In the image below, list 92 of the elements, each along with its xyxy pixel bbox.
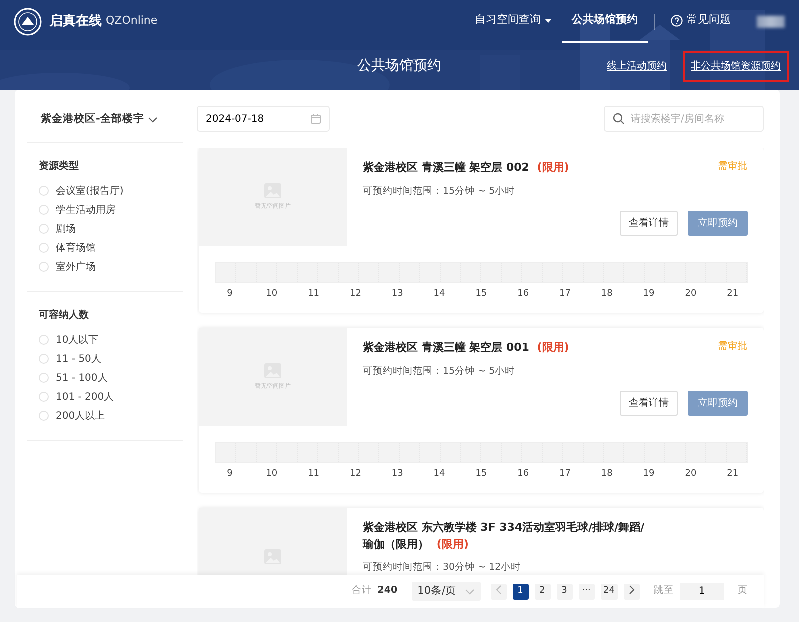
page-button[interactable]: 3: [556, 584, 573, 600]
option-label: 体育场馆: [56, 242, 96, 256]
radio-button[interactable]: [39, 224, 49, 234]
radio-button[interactable]: [39, 262, 49, 272]
search-icon: [613, 113, 625, 125]
venue-name: 紫金港校区 青溪三幢 架空层 002 (限用): [363, 160, 570, 176]
hour-label: 9: [226, 468, 234, 481]
option-label: 学生活动用房: [56, 204, 116, 218]
hour-label: 13: [390, 288, 404, 301]
page-button[interactable]: ···: [578, 584, 595, 600]
option-label: 200人以上: [56, 410, 106, 424]
campus-dropdown[interactable]: 紫金港校区-全部楼宇: [27, 90, 183, 143]
venue-name: 紫金港校区 青溪三幢 架空层 001 (限用): [363, 340, 570, 356]
hour-label: 20: [684, 288, 698, 301]
option-label: 剧场: [56, 222, 76, 237]
radio-button[interactable]: [39, 411, 49, 422]
chevron-right-icon: [629, 585, 635, 596]
radio-button[interactable]: [39, 392, 49, 402]
chevron-left-icon: [496, 585, 502, 596]
option-label: 会议室(报告厅): [56, 184, 124, 199]
help-icon: [671, 14, 683, 26]
option-label: 101 - 200人: [56, 390, 114, 405]
page-input[interactable]: 1: [680, 583, 724, 600]
page-title: 公共场馆预约: [358, 57, 442, 76]
hour-label: 12: [348, 468, 362, 481]
option-label: 10人以下: [56, 334, 99, 348]
hour-label: 16: [516, 468, 530, 481]
hour-label: 18: [600, 288, 614, 301]
filter-heading: 资源类型: [39, 160, 80, 174]
nav-tab[interactable]: 公共场馆预约: [562, 0, 648, 43]
radio-button[interactable]: [39, 243, 49, 254]
header-link[interactable]: 非公共场馆资源预约: [683, 51, 789, 82]
next-page-button[interactable]: [624, 584, 640, 600]
radio-button[interactable]: [39, 354, 49, 364]
hour-label: 10: [265, 288, 279, 301]
radio-button[interactable]: [39, 373, 49, 384]
radio-button[interactable]: [39, 335, 49, 346]
page-unit-label: 页: [738, 584, 748, 598]
goto-label: 跳至: [654, 584, 674, 598]
time-range: 可预约时间范围：30分钟 ~ 12小时: [363, 561, 522, 575]
logo-icon: [14, 8, 42, 36]
hour-label: 21: [726, 288, 740, 301]
details-button[interactable]: 查看详情: [620, 391, 678, 416]
option-label: 11 - 50人: [56, 352, 102, 367]
hour-label: 9: [226, 288, 234, 301]
brand-subtitle: QZOnline: [106, 13, 158, 30]
approval-tag: 需审批: [718, 160, 748, 174]
hour-label: 11: [307, 288, 321, 301]
time-range: 可预约时间范围：15分钟 ~ 5小时: [363, 184, 516, 198]
venue-name: 紫金港校区 东六教学楼 3F 334活动室羽毛球/排球/舞蹈/瑜伽（限用） (限用): [363, 520, 646, 552]
hour-label: 17: [558, 288, 572, 301]
page-button[interactable]: 1: [512, 584, 529, 600]
hour-label: 13: [390, 468, 404, 481]
chevron-down-icon: [464, 588, 475, 594]
page-size-select[interactable]: 10条/页: [412, 582, 481, 602]
caret-icon: [545, 18, 552, 22]
hour-label: 11: [307, 468, 321, 481]
page-button[interactable]: 24: [600, 584, 618, 600]
brand-name: 启真在线: [50, 12, 102, 31]
hour-label: 14: [432, 468, 446, 481]
radio-button[interactable]: [39, 186, 49, 196]
hour-label: 21: [726, 468, 740, 481]
header-link[interactable]: 线上活动预约: [599, 51, 675, 82]
radio-button[interactable]: [39, 205, 49, 216]
option-label: 51 - 100人: [56, 372, 108, 386]
chevron-down-icon: [148, 116, 158, 123]
total-count: 240: [378, 584, 398, 598]
time-range: 可预约时间范围：15分钟 ~ 5小时: [363, 364, 516, 378]
date-field[interactable]: 2024-07-18: [197, 106, 330, 132]
hour-label: 19: [642, 288, 656, 301]
hour-label: 16: [516, 288, 530, 301]
details-button[interactable]: 查看详情: [620, 211, 678, 236]
calendar-icon: [311, 114, 321, 124]
total-label: 合计: [352, 584, 372, 598]
search-field[interactable]: 请搜索楼宇/房间名称: [604, 106, 764, 132]
hour-label: 14: [432, 288, 446, 301]
nav-tab[interactable]: 常见问题: [661, 0, 741, 43]
approval-tag: 需审批: [718, 340, 748, 354]
option-label: 室外广场: [56, 260, 96, 275]
hour-label: 20: [684, 468, 698, 481]
hour-label: 12: [348, 288, 362, 301]
hour-label: 18: [600, 468, 614, 481]
hour-label: 17: [558, 468, 572, 481]
hour-label: 10: [265, 468, 279, 481]
previous-page-button[interactable]: [490, 584, 507, 600]
nav-tab[interactable]: 自习空间查询: [465, 0, 562, 43]
hour-label: 19: [642, 468, 656, 481]
user-name-blurred: [757, 16, 785, 28]
hour-label: 15: [474, 468, 488, 481]
filter-heading: 可容纳人数: [39, 308, 90, 323]
hour-label: 15: [474, 288, 488, 301]
page-button[interactable]: 2: [534, 584, 551, 600]
